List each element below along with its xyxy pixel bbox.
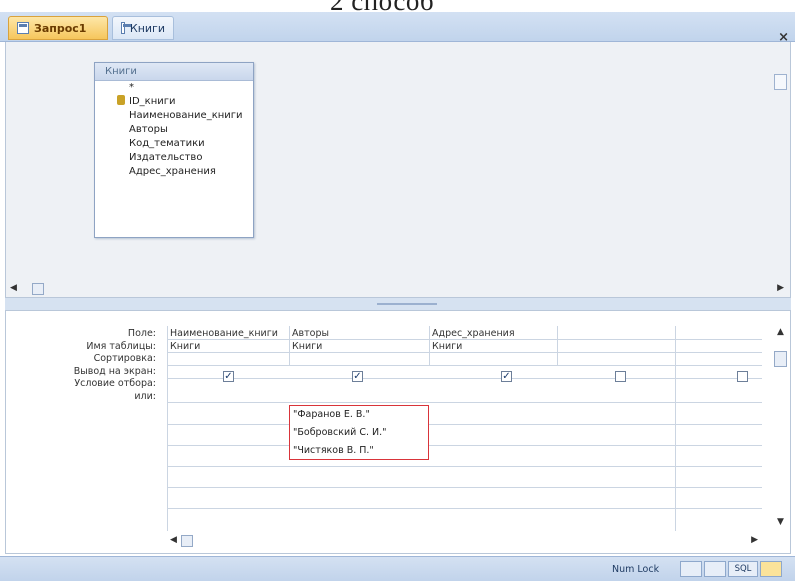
table-icon [121,22,131,34]
criteria-2[interactable]: "Бобровский С. И." [290,424,428,442]
grid-line [167,402,762,403]
key-icon [117,95,125,105]
field-authors[interactable]: Авторы [95,123,253,137]
grid-line [167,378,762,379]
splitter-grip[interactable] [377,303,437,305]
grid-line [557,326,558,366]
grid-line [167,352,762,353]
cell-field-3[interactable]: Адрес_хранения [432,328,555,339]
table-field-list[interactable]: Книги * ID_книги Наименование_книги Авто… [94,62,254,238]
scroll-right-icon[interactable]: ▶ [777,283,784,293]
status-bar: Num Lock SQL [0,556,795,581]
field-name[interactable]: Наименование_книги [95,109,253,123]
query-icon [17,22,29,34]
grid-line [167,365,762,366]
tab-query1-label: Запрос1 [34,21,87,35]
show-checkbox-3[interactable]: ✓ [501,371,512,382]
field-topic-code[interactable]: Код_тематики [95,137,253,151]
criteria-3[interactable]: "Чистяков В. П." [290,442,428,460]
grid-vertical-scrollbar[interactable]: ▲ ▼ [774,327,788,527]
document-tab-bar: Запрос1 Книги × [0,12,795,45]
grid-line [167,445,762,446]
label-show: Вывод на экран: [73,365,156,377]
grid-line [289,326,290,366]
design-grid: Наименование_книги Книги Авторы Книги Ад… [167,326,762,531]
access-query-window: 2 способ Запрос1 Книги × Книги * ID_книг… [0,0,795,581]
upper-horizontal-scrollbar[interactable]: ◀ ▶ [6,281,790,297]
sql-view-button[interactable]: SQL [728,561,758,577]
grid-line [167,424,762,425]
scroll-thumb[interactable] [774,351,787,367]
field-all[interactable]: * [95,81,253,95]
pane-splitter[interactable] [5,297,791,311]
field-id-label: ID_книги [129,96,176,107]
grid-line [675,326,676,531]
cell-field-2[interactable]: Авторы [292,328,427,339]
cell-table-3[interactable]: Книги [432,341,555,352]
scroll-thumb[interactable] [32,283,44,295]
row-labels: Поле: Имя таблицы: Сортировка: Вывод на … [6,328,156,403]
scroll-right-icon[interactable]: ▶ [751,535,758,545]
label-criteria: Условие отбора: [74,378,156,389]
num-lock-indicator: Num Lock [612,564,660,575]
criteria-highlight: "Фаранов Е. В." "Бобровский С. И." "Чист… [289,405,429,460]
label-sort: Сортировка: [93,353,156,364]
grid-line [167,508,762,509]
tab-books-label: Книги [129,21,165,35]
upper-vertical-scrollbar[interactable] [774,74,787,90]
table-field-list-title[interactable]: Книги [95,63,253,81]
pivot-view-icon[interactable] [704,561,726,577]
grid-line [167,466,762,467]
grid-line [429,326,430,366]
cell-table-1[interactable]: Книги [170,341,288,352]
label-field: Поле: [127,328,156,339]
grid-line [167,339,762,340]
show-checkbox-2[interactable]: ✓ [352,371,363,382]
table-pane[interactable]: Книги * ID_книги Наименование_книги Авто… [5,42,791,297]
scroll-down-icon[interactable]: ▼ [777,517,784,527]
show-checkbox-5[interactable] [737,371,748,382]
scroll-up-icon[interactable]: ▲ [777,327,784,337]
scroll-left-icon[interactable]: ◀ [170,535,177,545]
cell-table-2[interactable]: Книги [292,341,427,352]
scroll-thumb[interactable] [181,535,193,547]
cell-field-1[interactable]: Наименование_книги [170,328,288,339]
field-storage-address[interactable]: Адрес_хранения [95,165,253,179]
grid-line [167,326,168,531]
field-id[interactable]: ID_книги [95,95,253,109]
field-publisher[interactable]: Издательство [95,151,253,165]
design-view-icon[interactable] [760,561,782,577]
tab-query1[interactable]: Запрос1 [8,16,108,40]
label-table: Имя таблицы: [86,340,156,352]
grid-horizontal-scrollbar[interactable]: ◀ ▶ [167,533,762,549]
scroll-left-icon[interactable]: ◀ [10,283,17,293]
design-grid-pane: Поле: Имя таблицы: Сортировка: Вывод на … [5,311,791,554]
show-checkbox-1[interactable]: ✓ [223,371,234,382]
tab-books[interactable]: Книги [112,16,174,40]
show-checkbox-4[interactable] [615,371,626,382]
grid-line [167,487,762,488]
label-or: или: [134,390,156,402]
criteria-1[interactable]: "Фаранов Е. В." [290,406,428,424]
datasheet-view-icon[interactable] [680,561,702,577]
